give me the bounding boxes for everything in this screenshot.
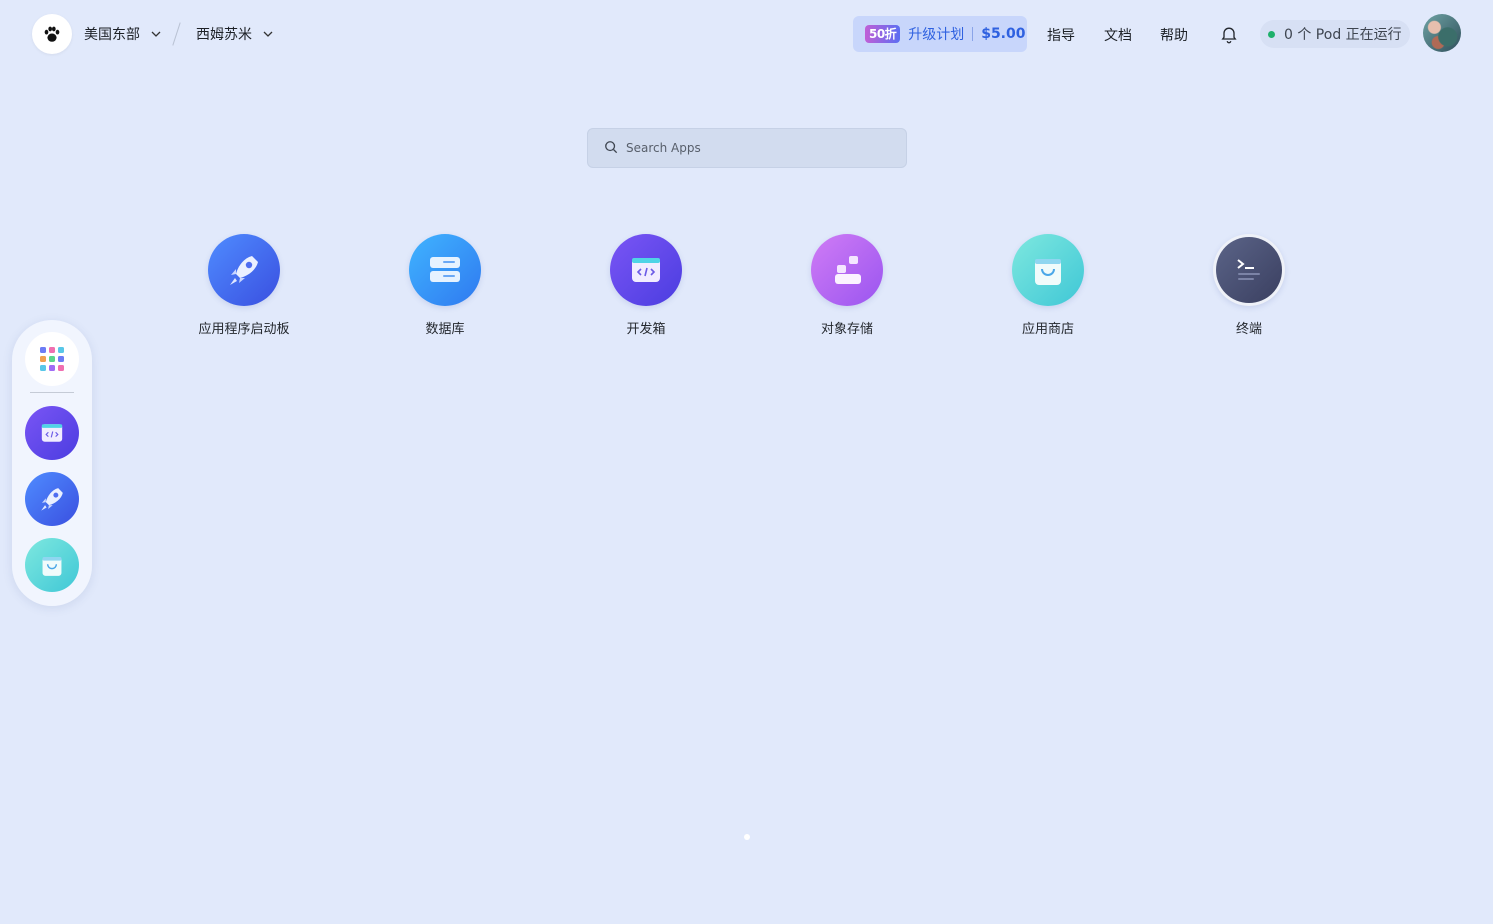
search-input[interactable] [626,141,886,155]
app-devbox[interactable]: 开发箱 [581,234,711,337]
shopping-bag-icon [1012,234,1084,306]
avatar[interactable] [1423,14,1461,52]
app-launchpad[interactable]: 应用程序启动板 [179,234,309,337]
docs-link[interactable]: 文档 [1104,25,1132,45]
chevron-down-icon [262,28,274,40]
workspace-selector[interactable]: 西姆苏米 [196,24,274,44]
app-database[interactable]: 数据库 [380,234,510,337]
app-label: 开发箱 [626,322,666,337]
top-bar: 美国东部 西姆苏米 50折 升级计划 $5.00 指导 文档 帮助 0 个 Po… [0,0,1493,68]
help-link[interactable]: 帮助 [1160,25,1188,45]
upgrade-label: 升级计划 [908,27,965,43]
shopping-bag-icon[interactable] [25,538,79,592]
app-label: 应用商店 [1021,322,1074,337]
region-label: 美国东部 [84,27,140,43]
pod-status-indicator[interactable]: 0 个 Pod 正在运行 [1260,20,1410,48]
bell-icon[interactable] [1219,24,1239,48]
app-terminal[interactable]: 终端 [1184,234,1314,337]
upgrade-price: $5.00 [981,26,1026,42]
app-object-storage[interactable]: 对象存储 [782,234,912,337]
search-icon [604,139,618,158]
pod-status-text: 0 个 Pod 正在运行 [1284,27,1402,43]
guide-link[interactable]: 指导 [1047,25,1075,45]
rocket-icon [208,234,280,306]
breadcrumb-divider [172,22,181,46]
divider [972,27,974,41]
dock [12,320,92,606]
rocket-icon[interactable] [25,472,79,526]
app-store[interactable]: 应用商店 [983,234,1113,337]
app-label: 终端 [1235,322,1262,337]
paw-logo-icon[interactable] [32,14,72,54]
app-label: 对象存储 [820,322,873,337]
status-dot [1268,30,1275,38]
apps-grid-icon[interactable] [25,332,79,386]
chevron-down-icon [150,28,162,40]
discount-badge: 50折 [865,25,901,43]
search-box[interactable] [587,128,907,168]
devbox-icon[interactable] [25,406,79,460]
app-label: 应用程序启动板 [198,322,290,337]
app-label: 数据库 [425,322,465,337]
page-indicator-dot[interactable] [744,834,750,840]
upgrade-plan-button[interactable]: 50折 升级计划 $5.00 [853,16,1027,52]
workspace-label: 西姆苏米 [196,27,252,43]
terminal-icon [1213,234,1285,306]
database-icon [409,234,481,306]
dock-divider [30,392,74,393]
region-selector[interactable]: 美国东部 [84,24,162,44]
object-storage-icon [811,234,883,306]
devbox-icon [610,234,682,306]
